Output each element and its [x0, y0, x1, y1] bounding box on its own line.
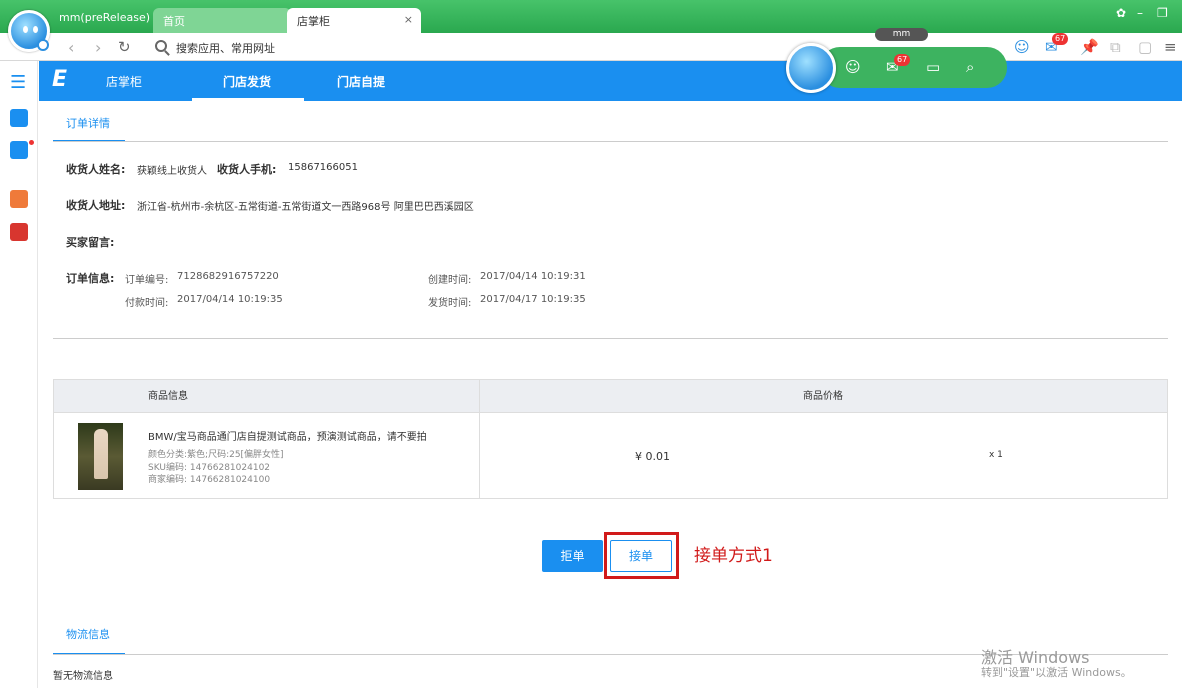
product-merchant-code: 商家编码: 14766281024100 [148, 475, 271, 485]
tab-dianzhanggui-label: 店掌柜 [297, 15, 330, 28]
active-tab-indicator [192, 98, 304, 101]
annotation-text: 接单方式1 [694, 546, 773, 566]
activation-watermark-subtitle: 转到"设置"以激活 Windows。 [981, 666, 1132, 679]
widget-window-icon[interactable]: ▭ [926, 58, 940, 76]
contact-card-icon[interactable] [10, 141, 28, 159]
buyer-message-label: 买家留言: [66, 236, 115, 249]
receiver-address: 浙江省-杭州市-余杭区-五常街道-五常街道文一西路968号 阿里巴巴西溪园区 [137, 202, 474, 213]
product-figure [94, 429, 108, 479]
section-divider [53, 141, 1168, 142]
address-label: 收货人地址: [66, 199, 126, 212]
goods-table: 商品信息 商品价格 BMW/宝马商品通门店自提测试商品，预演测试商品，请不要拍 … [53, 379, 1168, 499]
product-attributes: 颜色分类:紫色;尺码:25[偏胖女性] [148, 450, 284, 460]
skin-icon[interactable]: ✿ [1116, 6, 1126, 20]
reject-button[interactable]: 拒单 [542, 540, 603, 572]
created-time-label: 创建时间: [428, 275, 472, 286]
column-divider [479, 380, 480, 498]
paid-time-label: 付款时间: [125, 298, 169, 309]
product-quantity: x 1 [989, 450, 1003, 460]
app-red-icon[interactable] [10, 223, 28, 241]
left-sidebar: ☰ [0, 61, 38, 688]
logistics-empty-text: 暂无物流信息 [53, 671, 113, 682]
order-no: 7128682916757220 [177, 271, 279, 282]
order-details-tab[interactable]: 订单详情 [66, 115, 110, 131]
mail-badge: 67 [1052, 33, 1069, 45]
tab-store-pickup[interactable]: 门店自提 [337, 73, 385, 90]
order-info-label: 订单信息: [66, 272, 115, 285]
widget-name-label: mm [875, 28, 928, 41]
widget-mail-badge: 67 [894, 54, 911, 66]
refresh-icon[interactable]: ↻ [118, 38, 131, 56]
chat-icon[interactable]: ☺ [845, 58, 861, 76]
avatar-eye-right [33, 26, 38, 33]
tab-store-delivery[interactable]: 门店发货 [223, 73, 271, 90]
tab-home[interactable]: 首页 [153, 8, 291, 33]
logistics-tab[interactable]: 物流信息 [66, 626, 110, 642]
receiver-phone: 15867166051 [288, 162, 358, 173]
forward-icon[interactable]: › [95, 38, 101, 57]
receiver-name: 获颖线上收货人 [137, 166, 207, 177]
browser-tab-bar: mm(preRelease) 首页 店掌柜 × ✿ – ❐ [0, 0, 1182, 33]
avatar-eye-left [23, 26, 28, 33]
clock-icon [37, 39, 49, 51]
shipped-time: 2017/04/17 10:19:35 [480, 294, 586, 305]
paid-time: 2017/04/14 10:19:35 [177, 294, 283, 305]
product-thumbnail[interactable] [78, 423, 123, 490]
popout-icon[interactable]: ⧉ [1110, 38, 1121, 56]
window-icon[interactable]: ▢ [1138, 38, 1152, 56]
header-goods-price: 商品价格 [479, 380, 1167, 413]
header-goods-info: 商品信息 [54, 380, 479, 413]
order-no-label: 订单编号: [125, 275, 169, 286]
search-icon [155, 40, 167, 52]
list-icon[interactable]: ☰ [10, 74, 28, 92]
receiver-name-label: 收货人姓名: [66, 163, 126, 176]
pin-icon[interactable]: 📌 [1080, 38, 1099, 56]
product-price: ¥ 0.01 [635, 450, 670, 463]
product-title[interactable]: BMW/宝马商品通门店自提测试商品，预演测试商品，请不要拍 [148, 428, 427, 443]
restore-icon[interactable]: ❐ [1157, 6, 1168, 20]
tab-dianzhanggui[interactable]: 店掌柜 × [287, 8, 421, 33]
widget-search-icon[interactable]: ⌕ [966, 58, 974, 76]
logo-icon: E [52, 67, 68, 92]
minimize-icon[interactable]: – [1137, 6, 1143, 20]
user-avatar[interactable] [8, 10, 50, 52]
created-time: 2017/04/14 10:19:31 [480, 271, 586, 282]
app-header: E 店掌柜 门店发货 门店自提 [39, 61, 1182, 101]
back-icon[interactable]: ‹ [68, 38, 74, 57]
app-orange-icon[interactable] [10, 190, 28, 208]
shipped-time-label: 发货时间: [428, 298, 472, 309]
menu-icon[interactable]: ≡ [1164, 38, 1177, 56]
address-input[interactable]: 搜索应用、常用网址 [176, 40, 275, 56]
receiver-phone-label: 收货人手机: [217, 163, 277, 176]
section-divider-2 [53, 338, 1168, 339]
close-tab-icon[interactable]: × [404, 13, 413, 26]
shopping-bag-icon[interactable] [10, 109, 28, 127]
notification-dot [29, 140, 34, 145]
smiley-icon[interactable]: ☺ [1014, 38, 1030, 56]
app-logo-text: 店掌柜 [106, 75, 143, 89]
highlight-box [604, 532, 679, 579]
tab-home-label: 首页 [163, 15, 185, 28]
mouse-cursor [470, 358, 488, 377]
widget-avatar[interactable] [786, 43, 836, 93]
user-label[interactable]: mm(preRelease) [59, 11, 150, 24]
